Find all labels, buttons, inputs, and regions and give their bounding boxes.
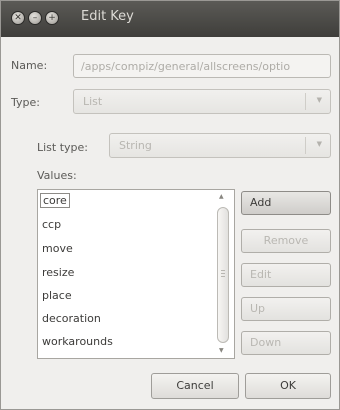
list-type-value: String <box>119 139 152 152</box>
divider <box>305 137 306 154</box>
cancel-button[interactable]: Cancel <box>151 373 239 399</box>
type-label: Type: <box>11 96 40 109</box>
scrollbar-thumb[interactable] <box>217 207 229 343</box>
minimize-window-button[interactable]: – <box>28 11 42 25</box>
name-value: /apps/compiz/general/allscreens/optio <box>81 60 291 73</box>
up-button[interactable]: Up <box>241 297 331 321</box>
remove-button[interactable]: Remove <box>241 229 331 253</box>
close-window-button[interactable]: ✕ <box>11 11 25 25</box>
dropdown-arrow-icon: ▼ <box>316 96 322 104</box>
minimize-icon: – <box>32 13 38 23</box>
maximize-window-button[interactable]: + <box>45 11 59 25</box>
name-field[interactable]: /apps/compiz/general/allscreens/optio <box>73 54 331 78</box>
values-scrollbar[interactable]: ▲ ▼ <box>213 189 233 359</box>
values-label: Values: <box>37 169 77 182</box>
divider <box>305 93 306 110</box>
title-bar[interactable]: ✕ – + Edit Key <box>1 1 339 37</box>
list-type-label: List type: <box>37 141 89 154</box>
type-dropdown[interactable]: List ▼ <box>73 89 331 114</box>
list-item[interactable]: move <box>42 242 73 255</box>
list-item[interactable]: workarounds <box>42 335 113 348</box>
window-title: Edit Key <box>81 9 134 24</box>
grip-line <box>221 273 225 274</box>
down-button[interactable]: Down <box>241 331 331 355</box>
list-item[interactable]: decoration <box>42 312 101 325</box>
grip-line <box>221 270 225 271</box>
grip-line <box>221 276 225 277</box>
close-icon: ✕ <box>14 13 22 23</box>
add-button[interactable]: Add <box>241 191 331 215</box>
list-item[interactable]: place <box>42 289 72 302</box>
list-item[interactable]: core <box>40 193 70 208</box>
name-label: Name: <box>11 59 48 72</box>
ok-button[interactable]: OK <box>245 373 331 399</box>
list-item[interactable]: resize <box>42 266 74 279</box>
list-type-dropdown[interactable]: String ▼ <box>109 133 331 158</box>
values-list[interactable]: core ccp move resize place decoration wo… <box>37 189 235 359</box>
type-value: List <box>83 95 103 108</box>
dropdown-arrow-icon: ▼ <box>316 140 322 148</box>
maximize-icon: + <box>48 13 56 23</box>
edit-button[interactable]: Edit <box>241 263 331 287</box>
edit-key-dialog: ✕ – + Edit Key Name: /apps/compiz/genera… <box>0 0 340 410</box>
scroll-down-icon[interactable]: ▼ <box>219 347 224 354</box>
scroll-up-icon[interactable]: ▲ <box>219 193 224 200</box>
list-item[interactable]: ccp <box>42 218 61 231</box>
